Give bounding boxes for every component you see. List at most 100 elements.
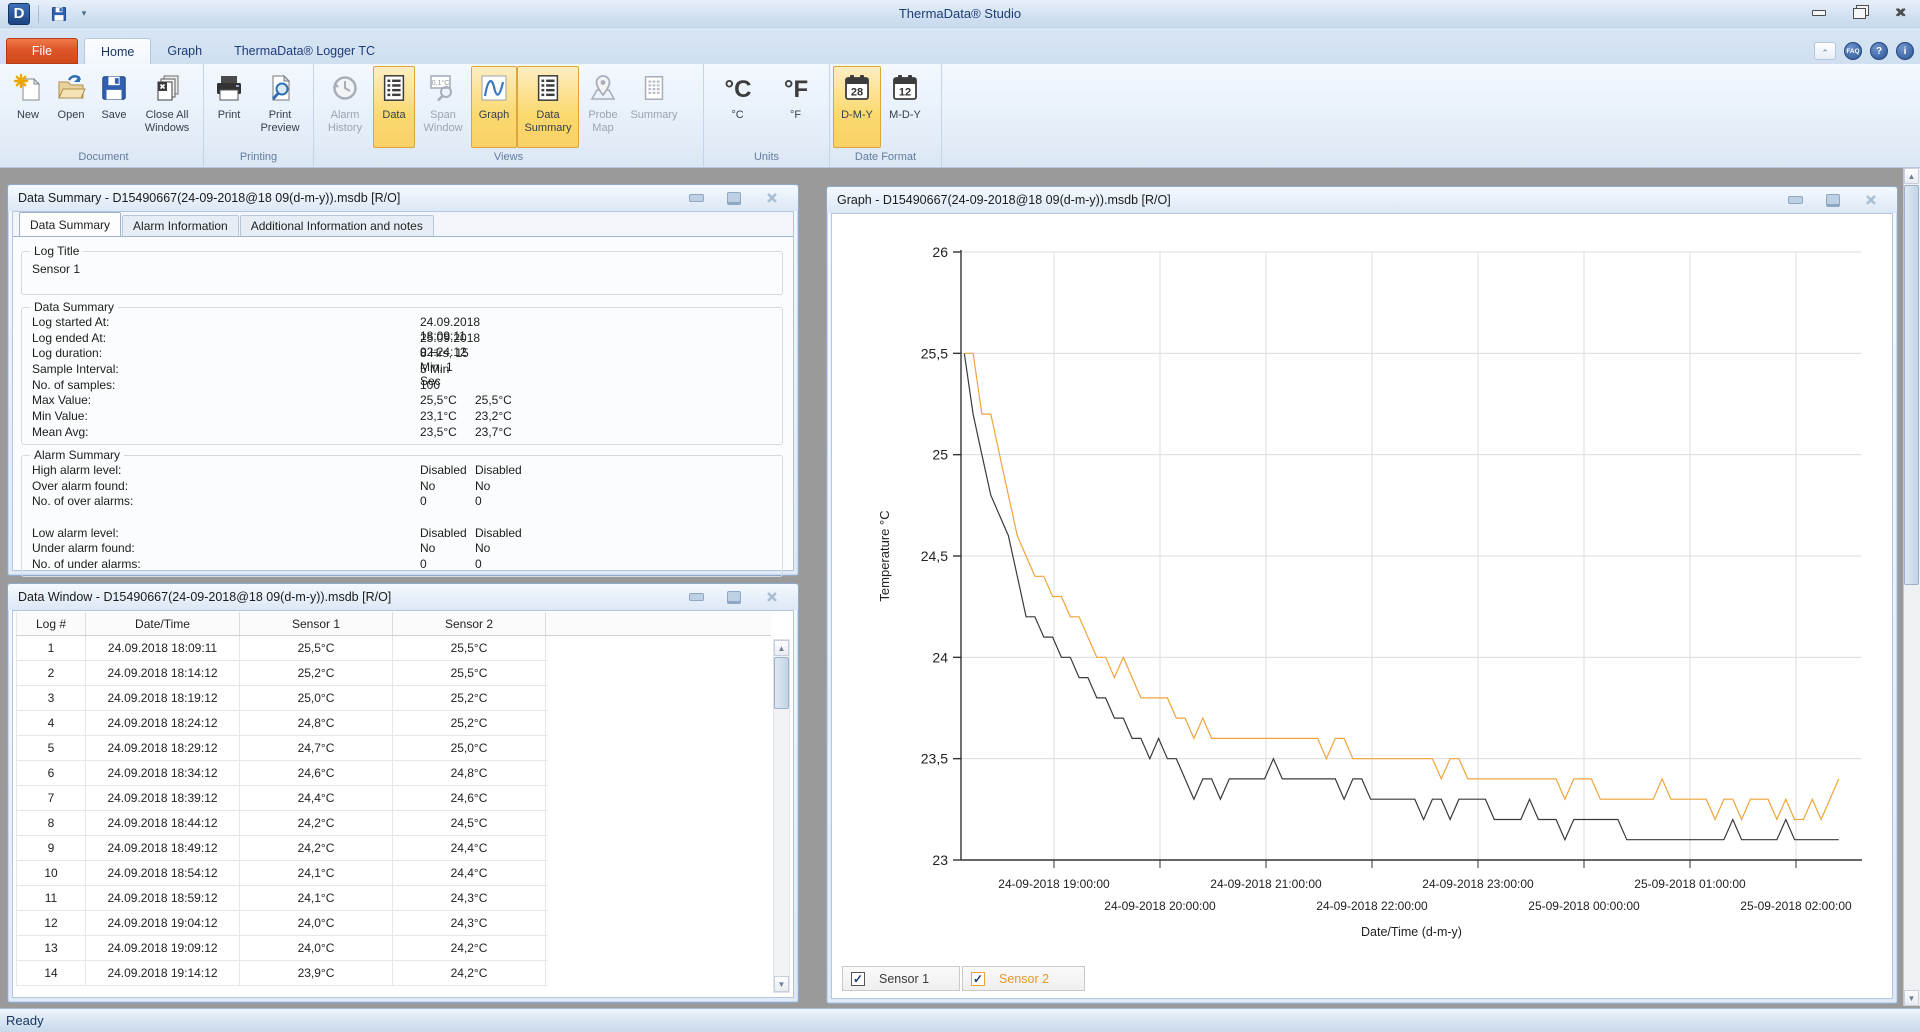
table-row[interactable]: 124.09.2018 18:09:1125,5°C25,5°C <box>16 636 548 661</box>
tab-home[interactable]: Home <box>84 38 151 64</box>
probe-map-icon <box>585 70 621 106</box>
table-row[interactable]: 1224.09.2018 19:04:1224,0°C24,3°C <box>16 911 548 936</box>
summary-row: No. of over alarms:00 <box>32 494 782 510</box>
tab-additional-information[interactable]: Additional Information and notes <box>240 215 434 236</box>
legend-checkbox[interactable]: ✓ <box>851 972 865 986</box>
data-window-titlebar[interactable]: Data Window - D15490667(24-09-2018@18 09… <box>8 584 798 610</box>
data-summary-window-titlebar[interactable]: Data Summary - D15490667(24-09-2018@18 0… <box>8 185 798 211</box>
mdy-button[interactable]: 12 M-D-Y <box>881 66 929 148</box>
tab-alarm-information[interactable]: Alarm Information <box>122 215 239 236</box>
print-preview-button[interactable]: Print Preview <box>251 66 309 148</box>
table-row[interactable]: 424.09.2018 18:24:1224,8°C25,2°C <box>16 711 548 736</box>
scroll-down-icon[interactable]: ▼ <box>1904 990 1919 1006</box>
print-icon <box>211 70 247 106</box>
data-window-scrollbar[interactable]: ▲ ▼ <box>773 639 790 993</box>
row-value: 100 <box>420 378 475 394</box>
table-cell: 24,1°C <box>240 886 393 910</box>
collapse-ribbon-icon[interactable] <box>1814 42 1836 60</box>
window-close-icon[interactable] <box>762 590 782 605</box>
row-value: No <box>420 541 475 557</box>
help-icon[interactable]: ? <box>1870 42 1888 60</box>
save-button[interactable]: Save <box>93 66 135 148</box>
row-value: 23,7°C <box>475 425 565 441</box>
column-header[interactable]: Sensor 1 <box>240 612 393 635</box>
graph-window-titlebar[interactable]: Graph - D15490667(24-09-2018@18 09(d-m-y… <box>827 187 1897 213</box>
table-row[interactable]: 924.09.2018 18:49:1224,2°C24,4°C <box>16 836 548 861</box>
group-label-document: Document <box>7 150 200 167</box>
table-row[interactable]: 624.09.2018 18:34:1224,6°C24,8°C <box>16 761 548 786</box>
row-value <box>475 378 565 394</box>
scroll-up-icon[interactable]: ▲ <box>1904 168 1919 184</box>
tab-data-summary[interactable]: Data Summary <box>19 212 121 236</box>
window-close-icon[interactable] <box>1861 193 1881 208</box>
column-header[interactable]: Sensor 2 <box>393 612 546 635</box>
mdi-scrollbar[interactable]: ▲ ▼ <box>1903 168 1920 1006</box>
data-view-button[interactable]: Data <box>373 66 415 148</box>
row-value: 23,5°C <box>420 425 475 441</box>
scroll-thumb[interactable] <box>1904 185 1919 585</box>
legend-label: Sensor 2 <box>999 972 1049 986</box>
window-minimize-icon[interactable] <box>686 590 706 605</box>
table-row[interactable]: 524.09.2018 18:29:1224,7°C25,0°C <box>16 736 548 761</box>
scroll-thumb[interactable] <box>774 657 789 709</box>
summary-row: No. of under alarms:00 <box>32 557 782 573</box>
minimize-button[interactable] <box>1806 4 1832 22</box>
data-summary-view-button[interactable]: Data Summary <box>517 66 579 148</box>
table-cell: 13 <box>16 936 86 960</box>
window-minimize-icon[interactable] <box>1785 193 1805 208</box>
table-cell: 4 <box>16 711 86 735</box>
table-cell: 24,6°C <box>240 761 393 785</box>
close-button[interactable] <box>1886 4 1912 22</box>
column-header[interactable]: Date/Time <box>86 612 240 635</box>
table-row[interactable]: 224.09.2018 18:14:1225,2°C25,5°C <box>16 661 548 686</box>
calendar-dmy-icon: 28 <box>839 70 875 106</box>
table-row[interactable]: 1024.09.2018 18:54:1224,1°C24,4°C <box>16 861 548 886</box>
table-row[interactable]: 1124.09.2018 18:59:1224,1°C24,3°C <box>16 886 548 911</box>
graph-window: Graph - D15490667(24-09-2018@18 09(d-m-y… <box>826 186 1898 1004</box>
print-button[interactable]: Print <box>207 66 251 148</box>
celsius-button[interactable]: °C °C <box>713 66 763 148</box>
column-header[interactable]: Log # <box>16 612 86 635</box>
window-restore-icon[interactable] <box>1823 193 1843 208</box>
window-restore-icon[interactable] <box>724 590 744 605</box>
table-cell: 12 <box>16 911 86 935</box>
dmy-button[interactable]: 28 D-M-Y <box>833 66 881 148</box>
row-label: Log duration: <box>32 346 420 362</box>
window-restore-icon[interactable] <box>724 191 744 206</box>
table-cell: 24,3°C <box>393 911 546 935</box>
x-tick-label: 24-09-2018 19:00:00 <box>998 877 1110 891</box>
svg-text:28: 28 <box>851 87 863 99</box>
open-button[interactable]: Open <box>49 66 93 148</box>
row-value <box>475 346 565 362</box>
row-label: Min Value: <box>32 409 420 425</box>
table-row[interactable]: 824.09.2018 18:44:1224,2°C24,5°C <box>16 811 548 836</box>
faq-icon[interactable]: FAQ <box>1844 42 1862 60</box>
ribbon-group-units: °C °C °F °F Units <box>704 64 830 167</box>
info-icon[interactable]: i <box>1896 42 1914 60</box>
row-value: 25,5°C <box>420 393 475 409</box>
tab-graph[interactable]: Graph <box>151 38 218 64</box>
scroll-up-icon[interactable]: ▲ <box>774 640 789 656</box>
tab-thermadata-logger-tc[interactable]: ThermaData® Logger TC <box>218 38 391 64</box>
x-tick-label: 25-09-2018 00:00:00 <box>1528 899 1640 913</box>
window-close-icon[interactable] <box>762 191 782 206</box>
table-cell: 24,4°C <box>393 836 546 860</box>
summary-row: Log started At:24.09.2018 18:09:11 <box>32 315 782 331</box>
scroll-down-icon[interactable]: ▼ <box>774 976 789 992</box>
table-cell: 24,0°C <box>240 911 393 935</box>
new-button[interactable]: New <box>7 66 49 148</box>
close-all-windows-button[interactable]: Close All Windows <box>135 66 199 148</box>
table-row[interactable]: 1324.09.2018 19:09:1224,0°C24,2°C <box>16 936 548 961</box>
table-row[interactable]: 724.09.2018 18:39:1224,4°C24,6°C <box>16 786 548 811</box>
table-row[interactable]: 1424.09.2018 19:14:1223,9°C24,2°C <box>16 961 548 986</box>
fahrenheit-button[interactable]: °F °F <box>771 66 821 148</box>
window-minimize-icon[interactable] <box>686 191 706 206</box>
legend-checkbox[interactable]: ✓ <box>971 972 985 986</box>
row-value: 5 Min <box>420 362 475 378</box>
table-cell: 25,2°C <box>393 711 546 735</box>
restore-button[interactable] <box>1846 4 1872 22</box>
table-row[interactable]: 324.09.2018 18:19:1225,0°C25,2°C <box>16 686 548 711</box>
log-title-groupbox: Log Title Sensor 1 <box>21 251 783 295</box>
graph-view-button[interactable]: Graph <box>471 66 517 148</box>
tab-file[interactable]: File <box>6 38 78 64</box>
